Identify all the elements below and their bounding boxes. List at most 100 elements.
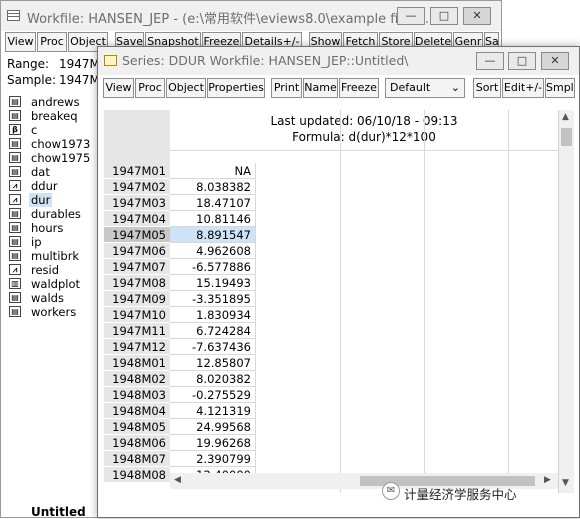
table-icon: ▤ [9,306,21,317]
series-icon: ⩘ [9,180,21,191]
sort-button[interactable]: Sort [473,78,501,98]
scroll-right-icon[interactable]: ▶ [544,475,551,485]
watermark-text: 计量经济学服务中心 [404,487,517,502]
scroll-up-icon[interactable]: ▲ [562,112,569,122]
table-icon: ▤ [9,138,21,149]
row-label: 1947M01 [104,163,170,179]
row-label: 1947M03 [104,195,170,211]
cell-value[interactable]: 15.19493 [170,275,256,291]
row-label: 1947M02 [104,179,170,195]
proc-button[interactable]: Proc [37,32,67,52]
close-button[interactable]: ✕ [463,7,491,25]
coef-icon: β [9,124,21,135]
maximize-button[interactable]: □ [430,7,458,25]
proc-button[interactable]: Proc [135,78,165,98]
scroll-left-icon[interactable]: ◀ [174,475,181,485]
series-title: Series: DDUR Workfile: HANSEN_JEP::Untit… [122,53,409,68]
object-list: ▤ andrews ▤ breakeq βc ▤ chow1973 ▤ chow1975… [1,95,97,335]
cell-value-selected[interactable]: 8.891547 [170,227,256,243]
series-icon: ⩘ [9,194,21,205]
scroll-thumb[interactable] [561,128,572,146]
graph-icon: ▥ [9,278,21,289]
display-select-value: Default [390,81,431,94]
cell-value[interactable]: 8.020382 [170,371,256,387]
table-icon: ▤ [9,166,21,177]
row-label: 1948M02 [104,371,170,387]
row-label: 1947M11 [104,323,170,339]
cell-value[interactable]: NA [170,163,256,179]
cell-value[interactable]: -0.275529 [170,387,256,403]
row-label-selected: 1947M05 [104,227,170,243]
cell-value[interactable]: 1.830934 [170,307,256,323]
maximize-button[interactable]: □ [508,52,536,70]
sample-label: Sample: [7,73,57,87]
cell-value[interactable]: 8.038382 [170,179,256,195]
table-icon: ▤ [9,208,21,219]
workfile-icon [7,10,20,21]
row-label: 1948M03 [104,387,170,403]
cell-value[interactable]: -7.637436 [170,339,256,355]
vertical-scrollbar[interactable]: ▲ ▼ [558,110,574,493]
minimize-button[interactable]: — [476,52,504,70]
edit-button[interactable]: Edit+/- [502,78,544,98]
cell-value[interactable]: -3.351895 [170,291,256,307]
grid-column-line [424,110,425,493]
view-button[interactable]: View [5,32,36,52]
series-toolbar: View Proc Object Properties Print Name F… [103,78,575,98]
row-label: 1947M06 [104,243,170,259]
series-title-bar[interactable]: Series: DDUR Workfile: HANSEN_JEP::Untit… [98,47,579,75]
grid-column-line [508,110,509,493]
close-button[interactable]: ✕ [541,52,569,70]
table-icon: ▤ [9,236,21,247]
header-divider [170,150,558,151]
series-spreadsheet[interactable]: Last updated: 06/10/18 - 09:13 Formula: … [104,110,558,493]
row-label: 1947M07 [104,259,170,275]
cell-value[interactable]: 4.962608 [170,243,256,259]
row-label: 1947M10 [104,307,170,323]
view-button[interactable]: View [103,78,134,98]
row-label: 1947M04 [104,211,170,227]
cell-value[interactable]: 12.85807 [170,355,256,371]
chevron-down-icon: ⌄ [450,81,460,94]
row-label: 1947M08 [104,275,170,291]
scroll-down-icon[interactable]: ▼ [562,478,569,488]
workfile-title-bar[interactable]: Workfile: HANSEN_JEP - (e:\常用软件\eviews8.… [1,1,501,31]
cell-value[interactable]: 6.724284 [170,323,256,339]
table-icon: ▤ [9,110,21,121]
row-label: 1948M08 [104,467,170,483]
cell-value[interactable]: 2.390799 [170,451,256,467]
formula: Formula: d(dur)*12*100 [292,130,436,144]
cell-value[interactable]: 18.47107 [170,195,256,211]
display-select[interactable]: Default ⌄ [385,78,465,98]
table-icon: ▤ [9,292,21,303]
name-button[interactable]: Name [303,78,338,98]
print-button[interactable]: Print [271,78,302,98]
table-icon: ▤ [9,96,21,107]
cell-value[interactable]: 4.121319 [170,403,256,419]
tab-untitled[interactable]: Untitled [31,505,86,519]
table-icon: ▤ [9,250,21,261]
grid-column-line [340,110,341,493]
series-icon [104,55,117,66]
table-icon: ▤ [9,152,21,163]
workfile-title: Workfile: HANSEN_JEP - (e:\常用软件\eviews8.… [27,12,430,27]
row-label: 1947M12 [104,339,170,355]
row-label: 1948M05 [104,419,170,435]
cell-value[interactable]: 24.99568 [170,419,256,435]
object-button[interactable]: Object [166,78,206,98]
cell-value[interactable]: 10.81146 [170,211,256,227]
row-label: 1948M01 [104,355,170,371]
row-label: 1948M04 [104,403,170,419]
wechat-icon: ✉ [382,482,400,500]
smpl-button[interactable]: Smpl+ [545,78,575,98]
series-window: Series: DDUR Workfile: HANSEN_JEP::Untit… [97,46,580,518]
row-label: 1948M07 [104,451,170,467]
freeze-button[interactable]: Freeze [339,78,379,98]
properties-button[interactable]: Properties [207,78,265,98]
cell-value[interactable]: 19.96268 [170,435,256,451]
minimize-button[interactable]: — [397,7,425,25]
range-label: Range: [7,57,50,71]
row-label: 1948M06 [104,435,170,451]
series-icon: ⩘ [9,264,21,275]
cell-value[interactable]: -6.577886 [170,259,256,275]
